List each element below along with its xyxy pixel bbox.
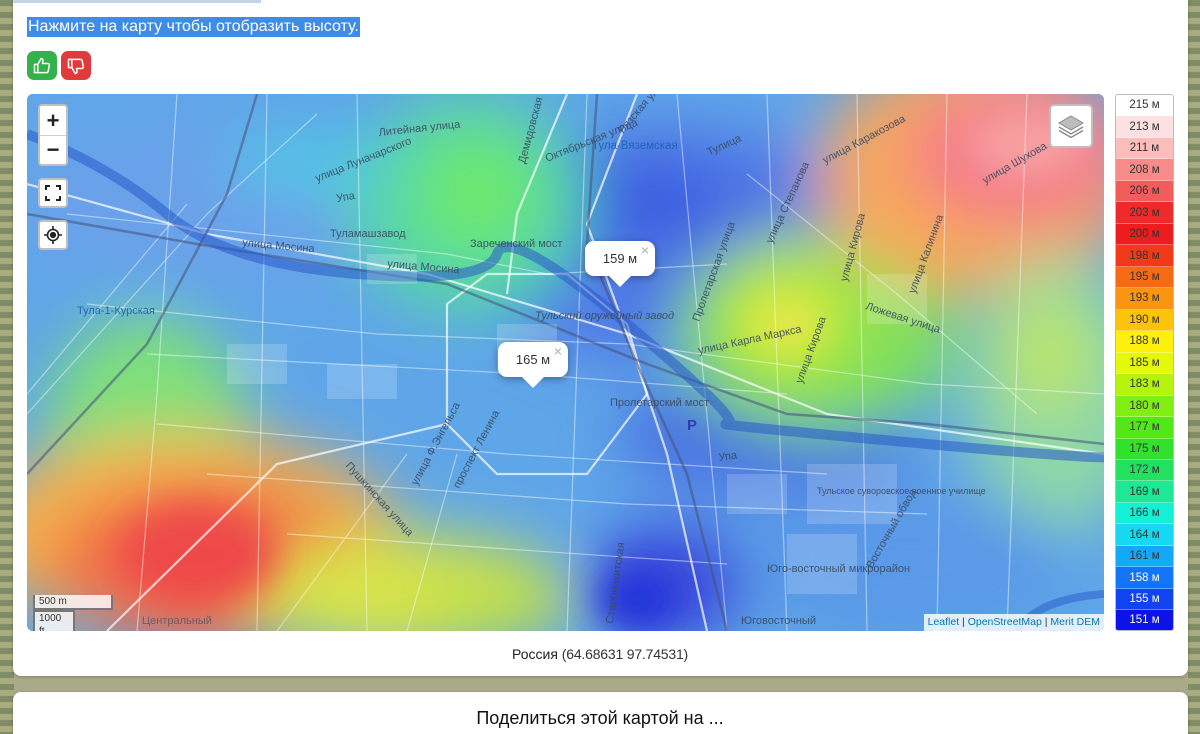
locate-button[interactable] [38,220,68,250]
map-label: Тула-Вяземская [592,140,678,152]
map-label: Тульский оружейный завод [535,310,674,322]
zoom-in-button[interactable]: + [40,106,66,135]
scale-bar-imperial: 1000 ft [33,610,75,631]
map-label: Юговосточный [741,615,816,627]
legend-item: 175 м [1116,438,1173,460]
map-attribution: Leaflet | OpenStreetMap | Merit DEM [923,614,1104,631]
legend-item: 200 м [1116,223,1173,246]
layers-icon [1058,115,1084,139]
map-label: Зареченский мост [470,238,562,250]
page-background-left [0,0,14,734]
elevation-popup: 159 м × [585,241,655,287]
legend-item: 188 м [1116,331,1173,353]
map-label: Юго-восточный микрорайон [767,563,910,575]
legend-item: 161 м [1116,545,1173,568]
merit-dem-link[interactable]: Merit DEM [1050,616,1100,628]
legend-item: 155 м [1116,588,1173,611]
legend-item: 164 м [1116,524,1173,546]
legend-item: 172 м [1116,459,1173,482]
location-readout: Россия (64.68631 97.74531) [0,646,1200,662]
legend-item: 193 м [1116,288,1173,310]
legend-item: 166 м [1116,502,1173,525]
legend-item: 180 м [1116,395,1173,418]
share-title: Поделиться этой картой на ... [476,708,724,728]
elevation-map[interactable]: Литейная улица улица Луначарского Демидо… [27,94,1104,631]
popup-elevation-value: 159 м [602,251,638,266]
map-instruction: Нажмите на карту чтобы отобразить высоту… [27,17,360,37]
popup-close-button[interactable]: × [641,243,649,257]
zoom-control: + − [38,104,68,166]
map-label: Центральный [142,615,212,627]
zoom-out-button[interactable]: − [40,135,66,164]
legend-item: 158 м [1116,567,1173,589]
legend-item: 215 м [1116,95,1173,117]
legend-item: 195 м [1116,266,1173,289]
popup-elevation-value: 165 м [515,352,551,367]
like-button[interactable] [27,51,57,80]
fullscreen-icon [45,185,61,201]
legend-item: 198 м [1116,245,1173,267]
layers-button[interactable] [1049,104,1093,148]
map-label: Туламашзавод [330,228,406,240]
legend-item: 183 м [1116,374,1173,396]
legend-item: 185 м [1116,352,1173,375]
page-background-right [1188,0,1200,734]
dislike-button[interactable] [61,51,91,80]
legend-item: 213 м [1116,116,1173,138]
legend-item: 151 м [1116,610,1173,630]
crosshair-icon [44,226,62,244]
location-country: Россия [511,646,558,662]
legend-item: 169 м [1116,481,1173,503]
legend-item: 190 м [1116,309,1173,332]
legend-item: 211 м [1116,137,1173,160]
location-coordinates: (64.68631 97.74531) [561,646,688,662]
thumbs-up-icon [33,57,51,73]
legend-item: 177 м [1116,417,1173,439]
attribution-separator: | [959,616,968,628]
elevation-legend: 215 м 213 м 211 м 208 м 206 м 203 м 200 м 198 м… [1115,94,1174,631]
map-label: P [687,417,697,434]
card-top-rule [13,0,261,3]
popup-close-button[interactable]: × [554,344,562,358]
scale-bar-metric: 500 m [33,595,113,610]
elevation-popup: 165 м × [498,342,568,388]
legend-item: 203 м [1116,202,1173,224]
map-label: Тула-1-Курская [77,305,155,317]
openstreetmap-link[interactable]: OpenStreetMap [968,616,1042,628]
thumbs-down-icon [67,58,85,74]
map-label: Тульское суворовское военное училище [817,486,986,496]
map-label: Пролетарский мост [610,397,709,409]
legend-item: 208 м [1116,159,1173,181]
leaflet-link[interactable]: Leaflet [928,616,960,628]
legend-item: 206 м [1116,180,1173,203]
fullscreen-button[interactable] [38,178,68,208]
